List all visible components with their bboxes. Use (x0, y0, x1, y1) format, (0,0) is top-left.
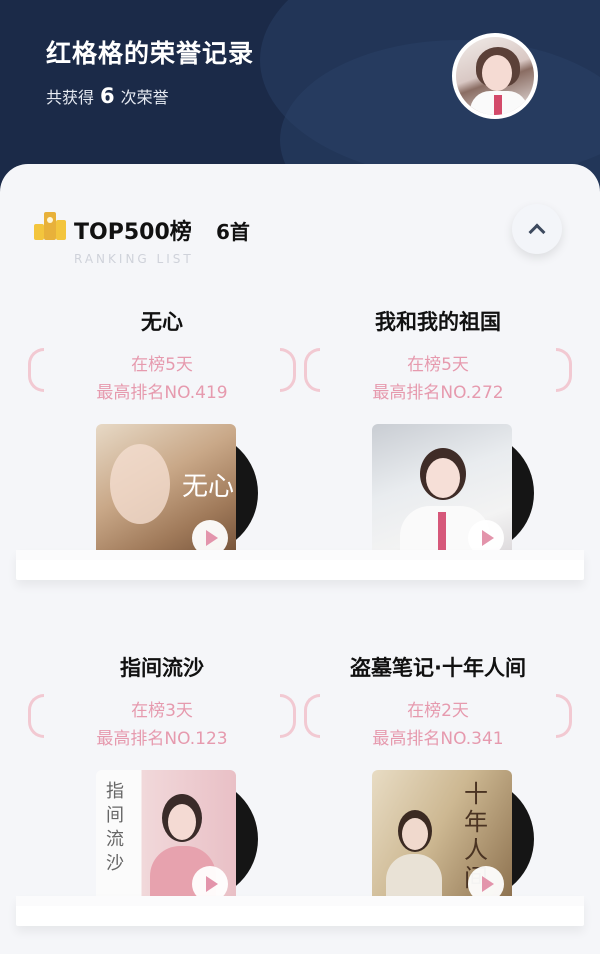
section-title: TOP500榜 (74, 220, 192, 245)
best-rank: 最高排名NO.272 (372, 383, 504, 403)
ranking-podium-icon (34, 212, 66, 240)
honor-panel: TOP500榜 6首 RANKING LIST 无心 在榜5天 最高排名NO.4… (0, 164, 600, 954)
shelf-divider (16, 550, 584, 580)
honor-summary-suffix: 次荣誉 (120, 88, 169, 107)
honor-summary-prefix: 共获得 (46, 88, 95, 107)
honor-summary: 共获得 6 次荣誉 (46, 84, 169, 108)
page-title: 红格格的荣誉记录 (46, 39, 255, 68)
album-art[interactable] (372, 424, 534, 564)
album-art[interactable]: 十年人间 (372, 770, 534, 910)
song-name: 无心 (141, 310, 183, 334)
best-rank: 最高排名NO.341 (372, 729, 504, 749)
play-icon (482, 876, 494, 892)
section-subtitle: RANKING LIST (74, 252, 194, 266)
cover-title: 指间流沙 (106, 781, 124, 874)
honor-count: 6 (100, 84, 115, 108)
song-name: 指间流沙 (120, 656, 204, 680)
collapse-button[interactable] (512, 204, 562, 254)
play-icon (482, 530, 494, 546)
avatar-tie (494, 95, 502, 115)
album-art[interactable]: 无心 (96, 424, 258, 564)
song-name: 我和我的祖国 (375, 310, 501, 334)
best-rank: 最高排名NO.123 (96, 729, 228, 749)
avatar[interactable] (452, 33, 538, 119)
cover-title: 无心 (182, 472, 235, 502)
avatar-face (482, 55, 512, 91)
chevron-up-icon (528, 223, 546, 241)
days-on-chart: 在榜3天 (131, 701, 193, 721)
song-name: 盗墓笔记·十年人间 (350, 656, 526, 680)
days-on-chart: 在榜5天 (407, 355, 469, 375)
play-icon (206, 876, 218, 892)
album-art[interactable]: 指间流沙 (96, 770, 258, 910)
section-count: 6首 (216, 220, 250, 244)
play-icon (206, 530, 218, 546)
days-on-chart: 在榜5天 (131, 355, 193, 375)
best-rank: 最高排名NO.419 (96, 383, 228, 403)
days-on-chart: 在榜2天 (407, 701, 469, 721)
shelf-divider (16, 896, 584, 926)
